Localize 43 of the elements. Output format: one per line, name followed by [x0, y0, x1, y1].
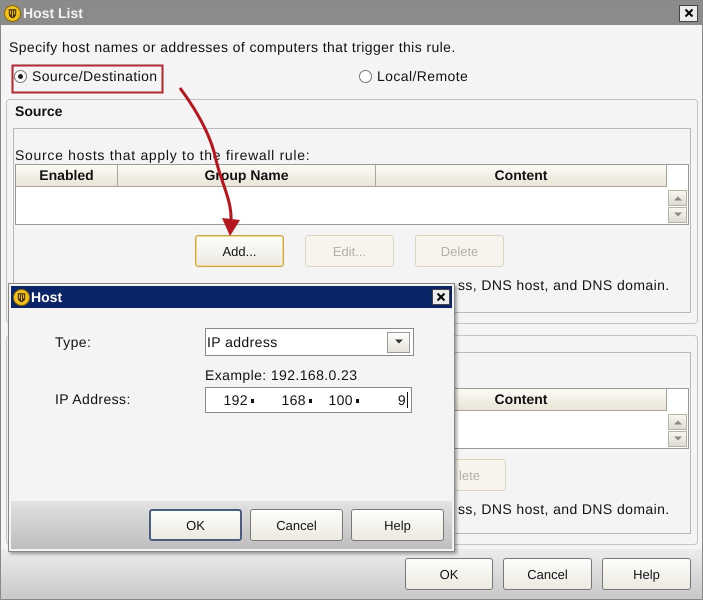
column-header[interactable]: Enabled [16, 165, 118, 187]
radio-button[interactable] [14, 70, 27, 82]
down-arrow-icon [672, 212, 682, 218]
octet-separator [356, 399, 359, 403]
note-text: ss, DNS host, and DNS domain. [458, 277, 670, 293]
scroll-down-button[interactable] [668, 207, 687, 223]
ip-address-field[interactable]: 192 168 100 9 [205, 387, 412, 413]
dialog-button[interactable]: Help [351, 509, 444, 541]
text-cursor [407, 392, 408, 408]
description-text: Specify host names or addresses of computers that trigger this rule. [8, 38, 457, 57]
shield-icon [4, 4, 21, 22]
up-arrow-icon [672, 419, 682, 425]
dialog-button[interactable]: OK [405, 558, 493, 590]
radio-label[interactable]: Source/Destination [32, 68, 158, 84]
shield-icon [13, 288, 30, 306]
field-label: Type: [55, 334, 92, 352]
type-dropdown[interactable]: IP address [205, 328, 414, 356]
note-text: ss, DNS host, and DNS domain. [458, 501, 670, 517]
close-icon [436, 292, 446, 302]
caret-icon [394, 339, 404, 345]
dialog-button[interactable]: OK [149, 509, 242, 541]
down-arrow-icon [672, 436, 682, 442]
window-title: Host List [23, 5, 84, 21]
dialog-button[interactable]: Cancel [503, 558, 592, 590]
hint-text: Example: 192.168.0.23 [205, 367, 358, 383]
up-arrow-icon [672, 195, 682, 201]
dialog-button[interactable]: Cancel [250, 509, 343, 541]
scroll-down-button[interactable] [668, 431, 687, 447]
dialog-title: Host [31, 289, 64, 305]
radio-label[interactable]: Local/Remote [377, 68, 468, 84]
octet-separator [309, 399, 312, 403]
group-title: Source [15, 103, 62, 119]
scroll-up-button[interactable] [668, 190, 687, 206]
field-label: IP Address: [55, 391, 132, 409]
radio-button[interactable] [359, 70, 372, 82]
dialog-button[interactable]: Help [602, 558, 691, 590]
column-header[interactable]: Content [376, 165, 667, 187]
close-button[interactable] [679, 4, 698, 22]
close-button[interactable] [432, 289, 450, 305]
action-button[interactable]: Add... [195, 235, 284, 267]
close-icon [684, 8, 694, 18]
scroll-up-button[interactable] [668, 414, 687, 430]
octet-separator [251, 399, 254, 403]
